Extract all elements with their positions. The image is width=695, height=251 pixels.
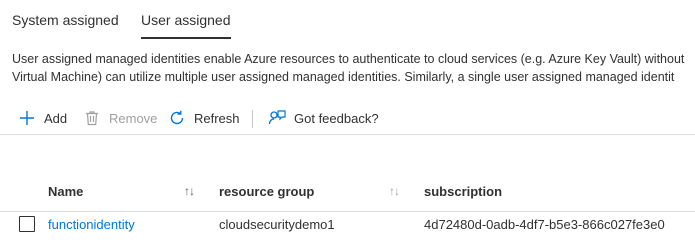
subscription-cell: 4d72480d-0adb-4df7-b5e3-866c027fe3e0 [424,217,665,232]
tab-label: User assigned [141,12,231,28]
toolbar-separator [252,110,253,128]
add-button[interactable]: Add [18,104,67,132]
feedback-icon [268,109,286,127]
managed-identity-page: System assigned User assigned User assig… [0,0,695,251]
trash-icon [83,109,101,127]
toolbar-divider [0,134,695,135]
tab-label: System assigned [12,12,119,28]
table-header: Name ↑↓ resource group ↑↓ subscription [0,176,695,206]
remove-button-label: Remove [109,110,158,126]
description-text: User assigned managed identities enable … [12,50,695,86]
resource-group-cell: cloudsecuritydemo1 [219,217,335,232]
refresh-icon [168,109,186,127]
table-header-divider [0,211,695,212]
table-row[interactable]: functionidentity cloudsecuritydemo1 4d72… [0,213,695,241]
refresh-button[interactable]: Refresh [168,104,240,132]
description-line-2: Virtual Machine) can utilize multiple us… [12,70,675,84]
feedback-button-label: Got feedback? [294,110,379,126]
sort-name-icon[interactable]: ↑↓ [184,184,195,198]
remove-button[interactable]: Remove [83,104,157,132]
column-header-name[interactable]: Name [48,184,83,199]
plus-icon [18,109,36,127]
command-bar: Add Remove Refresh Got feedback? [0,104,695,134]
add-button-label: Add [44,110,68,126]
column-header-resource-group[interactable]: resource group [219,184,314,199]
identity-name-link[interactable]: functionidentity [48,217,135,232]
tab-user-assigned[interactable]: User assigned [141,12,231,39]
column-header-subscription[interactable]: subscription [424,184,502,199]
description-line-1: User assigned managed identities enable … [12,52,685,66]
row-checkbox[interactable] [19,216,35,232]
feedback-button[interactable]: Got feedback? [268,104,379,132]
identity-tabs: System assigned User assigned [0,0,695,46]
active-tab-indicator [141,37,231,39]
refresh-button-label: Refresh [194,110,240,126]
tab-system-assigned[interactable]: System assigned [12,12,119,28]
sort-resource-group-icon[interactable]: ↑↓ [389,184,400,198]
